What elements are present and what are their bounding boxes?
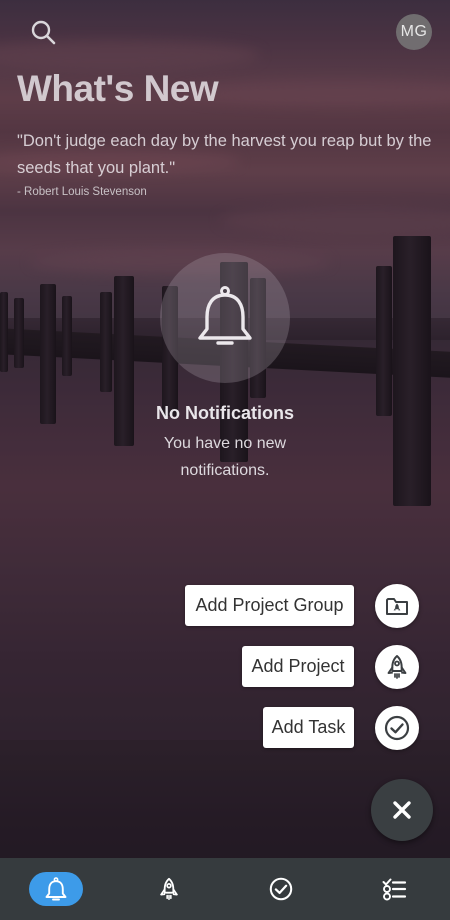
bell-icon [198, 286, 252, 345]
rocket-icon [387, 655, 407, 679]
check-circle-icon [384, 715, 410, 741]
nav-projects[interactable] [142, 872, 196, 906]
page-title: What's New [17, 68, 219, 109]
quote-author: - Robert Louis Stevenson [17, 186, 147, 198]
nav-checklist[interactable] [367, 872, 421, 906]
daily-quote: "Don't judge each day by the harvest you… [17, 132, 432, 177]
add-project-group-label[interactable]: Add Project Group [185, 585, 354, 626]
add-project-group-button[interactable] [375, 584, 419, 628]
search-icon [31, 20, 56, 45]
checklist-icon [382, 878, 407, 901]
empty-state-message: You have no new notifications. [163, 435, 287, 479]
bell-icon [45, 877, 67, 901]
nav-notifications[interactable] [29, 872, 83, 906]
search-button[interactable] [26, 15, 60, 49]
rocket-icon [160, 877, 178, 901]
close-icon [393, 801, 411, 819]
check-circle-icon [269, 877, 293, 901]
bottom-navigation [0, 858, 450, 920]
empty-state-badge [160, 253, 290, 383]
nav-tasks[interactable] [254, 872, 308, 906]
folder-rocket-icon [386, 598, 408, 615]
add-project-label[interactable]: Add Project [242, 646, 354, 687]
avatar[interactable]: MG [396, 14, 432, 50]
empty-state-title: No Notifications [156, 403, 294, 423]
add-task-label[interactable]: Add Task [263, 707, 354, 748]
whats-new-screen: MG What's New "Don't judge each day by t… [0, 0, 450, 920]
add-task-button[interactable] [375, 706, 419, 750]
close-speed-dial-button[interactable] [371, 779, 433, 841]
add-project-button[interactable] [375, 645, 419, 689]
